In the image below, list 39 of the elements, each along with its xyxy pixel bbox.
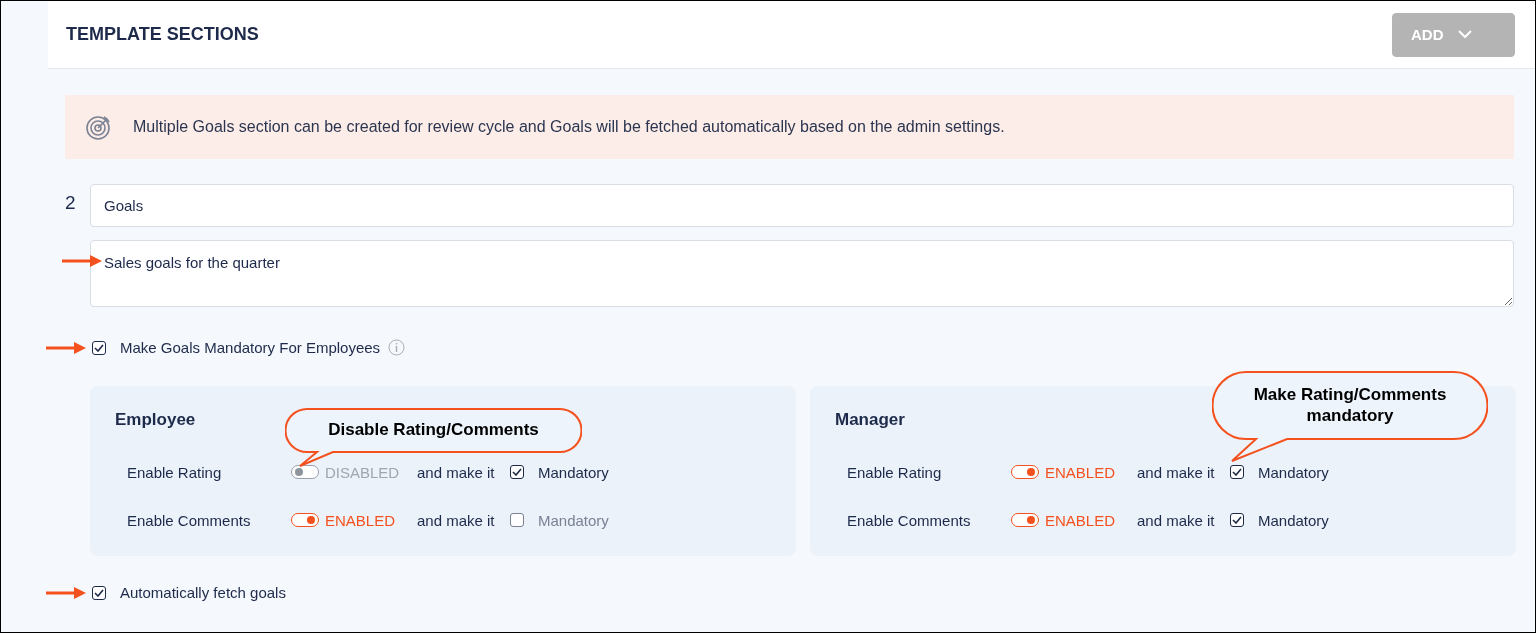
- chevron-down-icon: [1457, 30, 1472, 39]
- mandatory-label: Mandatory: [1258, 511, 1329, 529]
- status-text: ENABLED: [325, 511, 396, 529]
- option-label: Make Goals Mandatory For Employees: [120, 339, 381, 356]
- info-icon: [388, 339, 406, 356]
- section-number: 2: [65, 191, 77, 214]
- connector-text: and make it: [417, 511, 496, 529]
- callout: Make Rating/Comments mandatory: [1212, 371, 1488, 463]
- toggle-switch[interactable]: [1011, 465, 1039, 479]
- mandatory-label: Mandatory: [538, 511, 609, 529]
- toggle-switch[interactable]: [291, 465, 319, 479]
- connector-text: and make it: [1137, 511, 1216, 529]
- toggle-switch[interactable]: [1011, 513, 1039, 527]
- checkbox[interactable]: [92, 585, 106, 600]
- connector-text: and make it: [1137, 463, 1216, 481]
- setting-label: Enable Rating: [847, 463, 943, 481]
- setting-label: Enable Comments: [847, 511, 972, 529]
- status-text: ENABLED: [1045, 463, 1116, 481]
- checkbox[interactable]: [510, 465, 524, 479]
- option-label: Automatically fetch goals: [120, 584, 286, 601]
- description-field[interactable]: Sales goals for the quarter: [90, 240, 1514, 307]
- mandatory-label: Mandatory: [1258, 463, 1329, 481]
- toggle-switch[interactable]: [291, 513, 319, 527]
- target-icon: [85, 113, 113, 141]
- checkbox[interactable]: [1230, 513, 1244, 527]
- checkbox[interactable]: [510, 513, 524, 527]
- banner-text: Multiple Goals section can be created for review cycle and Goals will be fetched automatically based on the admin settings.: [133, 118, 1005, 136]
- pointer-arrow-icon: [46, 586, 86, 599]
- setting-label: Enable Rating: [127, 463, 223, 481]
- setting-label: Enable Comments: [127, 511, 252, 529]
- checkbox[interactable]: [92, 340, 106, 355]
- panel-title: Manager: [835, 410, 905, 430]
- section-title: TEMPLATE SECTIONS: [66, 24, 259, 45]
- callout: Disable Rating/Comments: [285, 408, 582, 468]
- status-text: ENABLED: [1045, 511, 1116, 529]
- panel-title: Employee: [115, 410, 196, 430]
- pointer-arrow-icon: [46, 341, 86, 354]
- title-field[interactable]: Goals: [90, 184, 1514, 227]
- checkbox[interactable]: [1230, 465, 1244, 479]
